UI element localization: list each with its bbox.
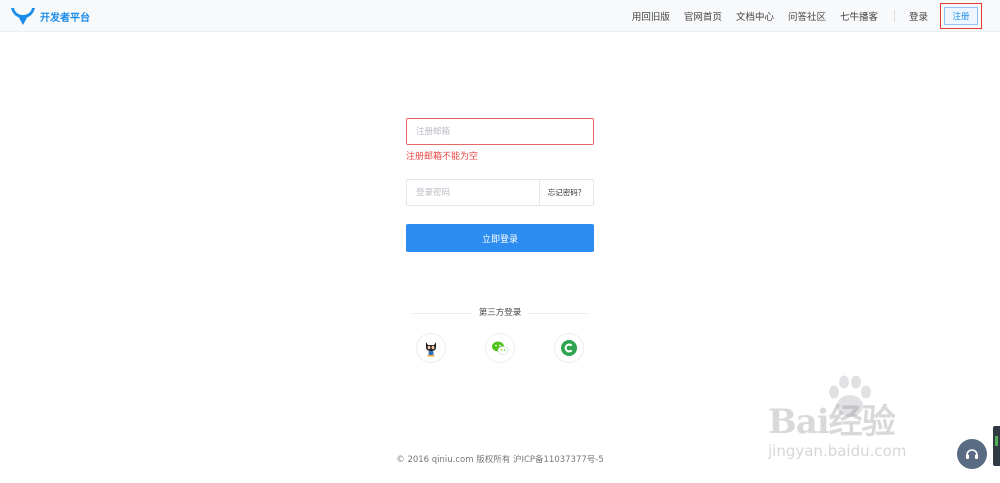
- password-input[interactable]: [407, 180, 539, 205]
- customer-support-button[interactable]: [957, 439, 987, 469]
- watermark-brand: Bai经验: [768, 402, 896, 442]
- register-button[interactable]: 注册: [944, 7, 978, 25]
- footer-copyright: © 2016 qiniu.com 版权所有 沪ICP备11037377号-5: [396, 455, 604, 465]
- top-nav: 用回旧版 官网首页 文档中心 问答社区 七牛播客 登录 注册: [618, 0, 982, 32]
- paw-icon: [829, 375, 871, 417]
- nav-legacy-version[interactable]: 用回旧版: [632, 9, 670, 23]
- wechat-login-button[interactable]: [485, 333, 515, 363]
- logo[interactable]: 开发者平台: [9, 5, 90, 27]
- forgot-password-link[interactable]: 忘记密码？: [539, 180, 593, 205]
- headset-icon: [966, 449, 978, 459]
- nav-podcast[interactable]: 七牛播客: [840, 9, 878, 23]
- divider-line-right: [528, 313, 588, 314]
- email-error-message: 注册邮箱不能为空: [406, 152, 479, 162]
- nav-qa-community[interactable]: 问答社区: [788, 9, 826, 23]
- register-highlight-box: 注册: [940, 3, 982, 29]
- third-party-divider: 第三方登录: [406, 307, 594, 319]
- logo-text: 开发者平台: [40, 12, 90, 24]
- wechat-icon: [492, 341, 509, 355]
- login-submit-button[interactable]: 立即登录: [406, 224, 594, 252]
- nav-home[interactable]: 官网首页: [684, 9, 722, 23]
- github-octocat-icon: [426, 342, 436, 357]
- coding-icon: [561, 340, 577, 356]
- qiniu-bull-logo-icon: [11, 8, 35, 25]
- github-login-button[interactable]: [416, 333, 446, 363]
- coding-login-button[interactable]: [554, 333, 584, 363]
- email-input[interactable]: [406, 118, 594, 145]
- nav-divider: [893, 10, 895, 22]
- nav-docs[interactable]: 文档中心: [736, 9, 774, 23]
- nav-login[interactable]: 登录: [909, 9, 928, 23]
- login-form: 注册邮箱不能为空 忘记密码？ 立即登录: [406, 118, 594, 252]
- side-feedback-tab[interactable]: [993, 426, 1000, 466]
- password-field: 忘记密码？: [406, 179, 594, 206]
- top-header: 开发者平台 用回旧版 官网首页 文档中心 问答社区 七牛播客 登录 注册: [0, 0, 1000, 32]
